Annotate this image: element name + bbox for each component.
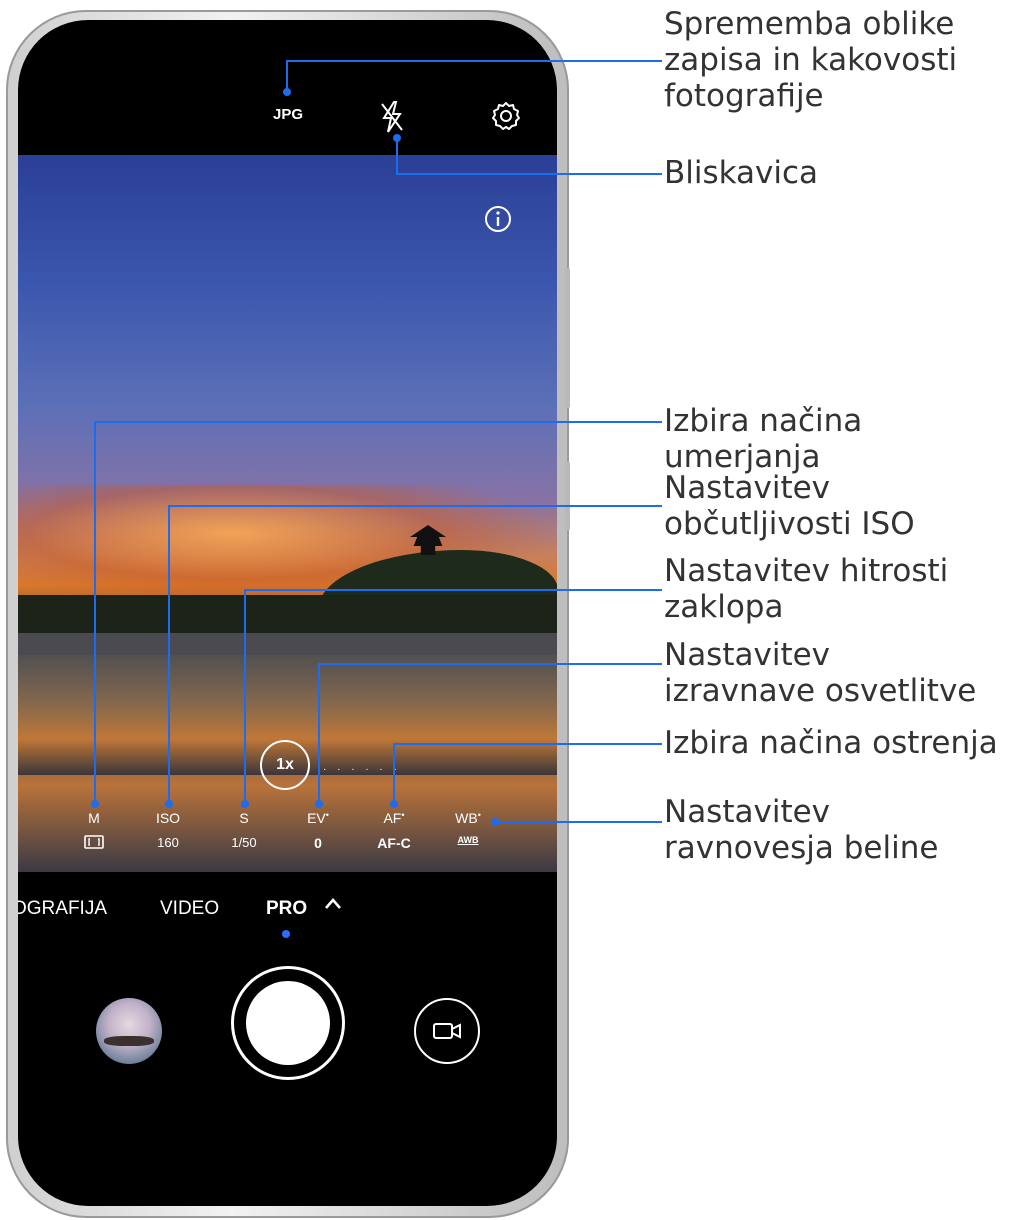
chevron-up-icon[interactable] bbox=[324, 894, 342, 916]
metering-mode-button[interactable]: M bbox=[64, 810, 124, 852]
focus-mode-button[interactable]: AF• AF-C bbox=[364, 810, 424, 851]
active-mode-indicator bbox=[282, 930, 290, 938]
zoom-scale[interactable]: · · · · · · bbox=[323, 764, 401, 775]
af-dot: • bbox=[401, 810, 405, 820]
exposure-compensation-button[interactable]: EV• 0 bbox=[288, 810, 348, 851]
metering-icon bbox=[64, 835, 124, 852]
ev-label: EV bbox=[307, 810, 326, 826]
shutter-speed-value: 1/50 bbox=[231, 835, 257, 850]
ev-value: 0 bbox=[314, 835, 322, 851]
shutter-speed-label: S bbox=[239, 810, 249, 826]
wb-dot: • bbox=[477, 810, 481, 820]
af-value: AF-C bbox=[377, 835, 411, 851]
volume-button bbox=[565, 268, 570, 408]
shutter-button[interactable] bbox=[231, 966, 345, 1080]
settings-icon[interactable] bbox=[490, 100, 522, 132]
callout-iso: Nastavitev občutljivosti ISO bbox=[664, 470, 915, 542]
flash-off-icon[interactable] bbox=[378, 100, 406, 134]
mode-video-tab[interactable]: VIDEO bbox=[160, 898, 219, 920]
power-button bbox=[565, 462, 570, 530]
wb-value: AWB bbox=[457, 835, 479, 845]
camera-screen: JPG 1x · · · · · · M ISO 160 S 1/50 EV• … bbox=[18, 20, 557, 1206]
ev-dot: • bbox=[325, 810, 329, 820]
shutter-button-inner bbox=[246, 981, 330, 1065]
thumbnail-detail bbox=[104, 1036, 154, 1046]
mode-pro-tab[interactable]: PRO bbox=[266, 898, 307, 920]
callout-focus: Izbira načina ostrenja bbox=[664, 725, 998, 761]
treeline bbox=[18, 595, 557, 635]
metering-label: M bbox=[88, 810, 100, 826]
af-label: AF bbox=[383, 810, 402, 826]
zoom-button[interactable]: 1x bbox=[260, 740, 310, 790]
video-camera-icon[interactable] bbox=[414, 998, 480, 1064]
callout-white-balance: Nastavitev ravnovesja beline bbox=[664, 794, 939, 866]
shutter-speed-button[interactable]: S 1/50 bbox=[214, 810, 274, 850]
callout-metering: Izbira načina umerjanja bbox=[664, 403, 863, 475]
gallery-thumbnail[interactable] bbox=[96, 998, 162, 1064]
wb-label: WB bbox=[455, 810, 478, 826]
iso-value: 160 bbox=[157, 835, 179, 850]
iso-label: ISO bbox=[155, 810, 181, 826]
wall bbox=[18, 633, 557, 655]
iso-button[interactable]: ISO 160 bbox=[138, 810, 198, 850]
info-icon[interactable] bbox=[484, 205, 512, 233]
callout-format-quality: Sprememba oblike zapisa in kakovosti fotog… bbox=[664, 6, 958, 114]
callout-flash: Bliskavica bbox=[664, 155, 819, 191]
callout-ev: Nastavitev izravnave osvetlitve bbox=[664, 637, 977, 709]
format-quality-button[interactable]: JPG bbox=[273, 106, 313, 123]
callout-shutter: Nastavitev hitrosti zaklopa bbox=[664, 553, 949, 625]
white-balance-button[interactable]: WB• AWB bbox=[438, 810, 498, 845]
mode-photo-tab[interactable]: OGRAFIJA bbox=[18, 898, 107, 920]
